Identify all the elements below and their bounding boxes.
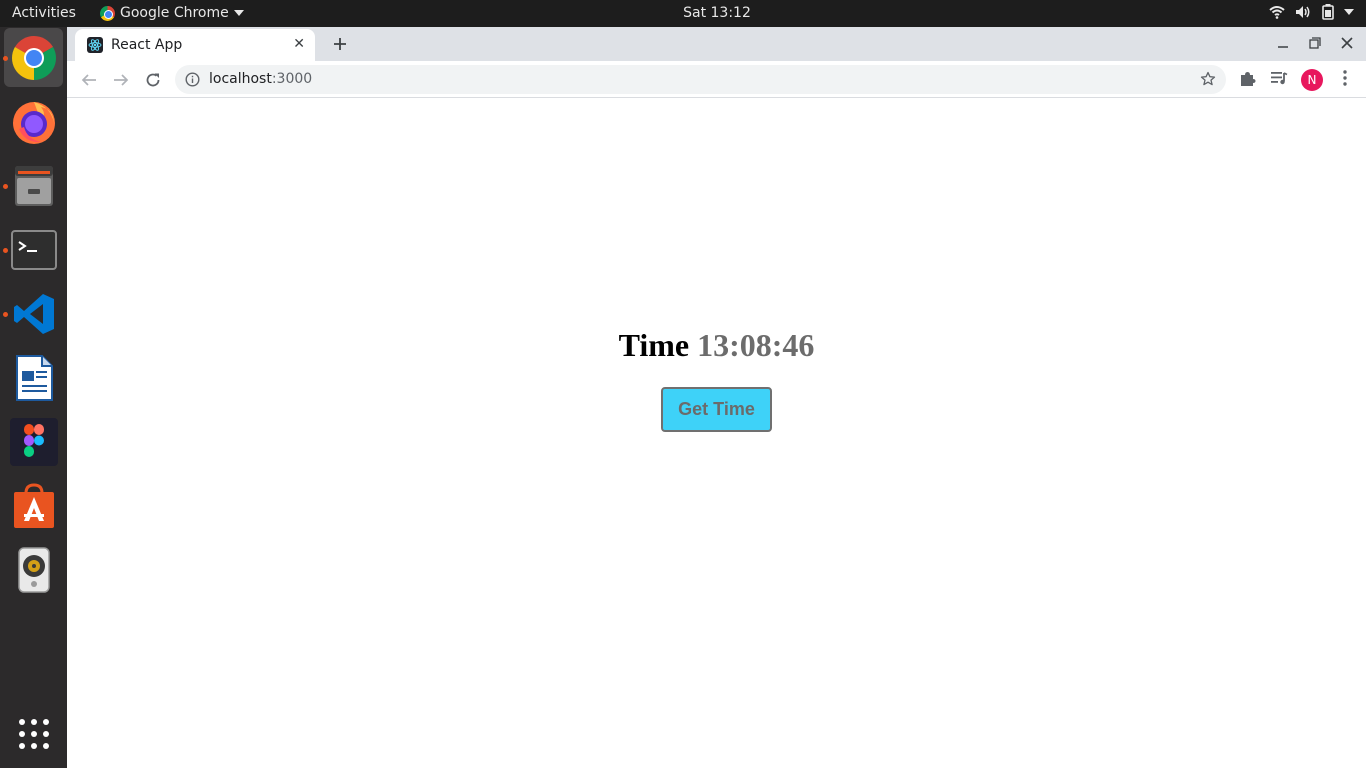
tab-strip: React App ✕: [67, 27, 1366, 61]
software-bag-icon: [13, 482, 54, 528]
clock[interactable]: Sat 13:12: [0, 5, 1366, 21]
dock-ubuntu-software[interactable]: [4, 476, 63, 535]
new-tab-button[interactable]: [327, 31, 353, 57]
running-indicator: [3, 248, 8, 253]
show-applications-button[interactable]: [4, 704, 63, 763]
figma-icon: [9, 417, 58, 466]
react-icon: [87, 37, 103, 53]
grid-icon: [18, 718, 49, 749]
tab-title: React App: [111, 37, 183, 53]
close-icon: [1341, 37, 1353, 49]
running-indicator: [3, 56, 8, 61]
firefox-icon: [12, 101, 55, 144]
minimize-button[interactable]: [1277, 37, 1289, 53]
file-cabinet-icon: [14, 165, 53, 206]
reload-icon: [146, 73, 160, 87]
get-time-button[interactable]: Get Time: [661, 387, 772, 432]
chrome-icon: [11, 35, 56, 80]
volume-icon: [1296, 6, 1310, 18]
extensions-puzzle-icon[interactable]: [1239, 70, 1256, 91]
url-port: :3000: [271, 71, 313, 87]
speaker-icon: [17, 546, 50, 593]
close-window-button[interactable]: [1341, 37, 1353, 53]
ubuntu-dock: [0, 27, 67, 768]
dock-files[interactable]: [4, 156, 63, 215]
dock-vscode[interactable]: [4, 284, 63, 343]
site-info-icon[interactable]: [185, 72, 200, 91]
profile-avatar[interactable]: N: [1301, 69, 1323, 91]
restore-button[interactable]: [1309, 37, 1321, 53]
browser-toolbar: localhost:3000 N: [67, 61, 1366, 98]
running-indicator: [3, 184, 8, 189]
time-label: Time: [618, 327, 690, 363]
dock-chrome[interactable]: [4, 28, 63, 87]
dock-writer[interactable]: [4, 348, 63, 407]
minimize-icon: [1278, 46, 1288, 48]
time-value: 13:08:46: [697, 327, 815, 363]
back-button[interactable]: [78, 69, 100, 91]
arrow-left-icon: [81, 74, 96, 86]
more-menu-icon[interactable]: [1343, 70, 1347, 90]
dock-figma[interactable]: [4, 412, 63, 471]
chrome-window: React App ✕ localhost:3000 N Time 13:08:…: [67, 27, 1366, 768]
restore-icon: [1309, 37, 1321, 49]
page-content: Time 13:08:46 Get Time: [67, 99, 1366, 768]
wifi-icon: [1269, 6, 1285, 19]
terminal-icon: [10, 229, 57, 270]
url-text: localhost:3000: [209, 71, 312, 87]
url-host: localhost: [209, 71, 272, 87]
chevron-down-icon: [1344, 9, 1354, 15]
tab-react-app[interactable]: React App ✕: [75, 29, 315, 61]
dock-firefox[interactable]: [4, 92, 63, 151]
dock-terminal[interactable]: [4, 220, 63, 279]
media-queue-icon[interactable]: [1270, 70, 1288, 90]
dock-rhythmbox[interactable]: [4, 540, 63, 599]
document-writer-icon: [15, 354, 53, 401]
forward-button[interactable]: [110, 69, 132, 91]
system-tray[interactable]: [1269, 4, 1354, 20]
close-tab-icon[interactable]: ✕: [293, 36, 305, 52]
running-indicator: [3, 312, 8, 317]
address-bar[interactable]: localhost:3000: [175, 65, 1226, 94]
battery-icon: [1322, 4, 1334, 20]
time-heading: Time 13:08:46: [67, 327, 1366, 364]
reload-button[interactable]: [142, 69, 164, 91]
bookmark-star-icon[interactable]: [1200, 71, 1216, 91]
arrow-right-icon: [114, 74, 129, 86]
gnome-top-bar: Activities Google Chrome Sat 13:12: [0, 0, 1366, 27]
plus-icon: [334, 38, 346, 50]
vscode-icon: [13, 293, 54, 334]
